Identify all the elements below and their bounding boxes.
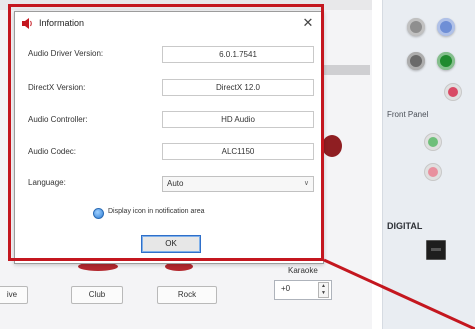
eq-preset-button[interactable]: ive: [0, 286, 28, 304]
annotation-arrow: [323, 258, 475, 329]
front-panel-label: Front Panel: [387, 110, 429, 119]
rear-jack-green[interactable]: [437, 52, 455, 70]
front-jack-pink[interactable]: [424, 163, 442, 181]
front-jack-green[interactable]: [424, 133, 442, 151]
rear-jack-grey[interactable]: [407, 18, 425, 36]
digital-label: DIGITAL: [387, 221, 423, 231]
karaoke-value: +0: [281, 284, 291, 293]
rear-jack-pink[interactable]: [444, 83, 462, 101]
eq-preset-button[interactable]: Rock: [157, 286, 217, 304]
rear-jack-dark-grey[interactable]: [407, 52, 425, 70]
highlight-frame: [8, 4, 324, 261]
rear-jack-blue[interactable]: [437, 18, 455, 36]
background-shape: [324, 65, 370, 75]
eq-preset-button[interactable]: Club: [71, 286, 123, 304]
background-speaker-icon: [322, 135, 342, 157]
